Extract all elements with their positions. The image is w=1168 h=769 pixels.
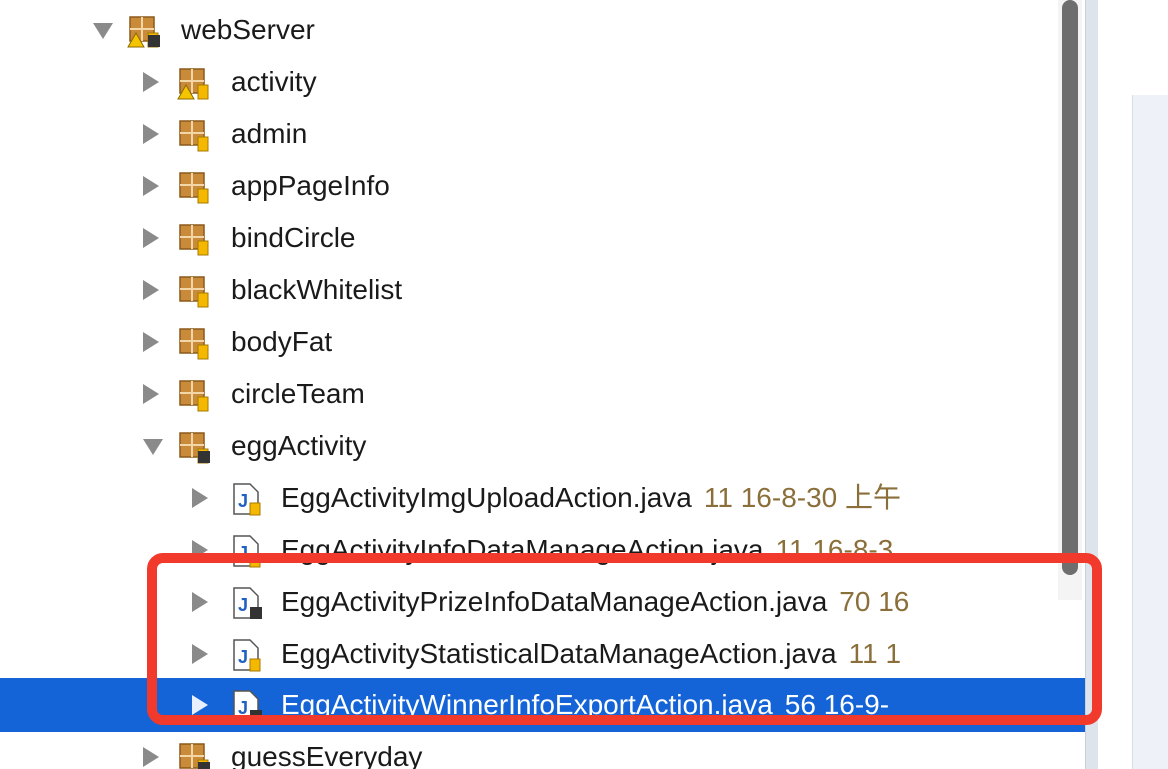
tree-item-label: bindCircle	[231, 222, 356, 253]
tree-item-package[interactable]: guessEveryday	[0, 730, 1085, 769]
package-icon	[179, 224, 209, 256]
tree-item-package[interactable]: bodyFat	[0, 315, 1085, 369]
tree-item-label: admin	[231, 118, 308, 149]
package-icon	[179, 380, 209, 412]
editor-pane	[1098, 0, 1168, 769]
tree-item-webserver[interactable]: webServer	[0, 3, 1085, 57]
tree-item-java-file[interactable]: EggActivityImgUploadAction.java 11 16-8-3…	[0, 471, 1085, 525]
tree-item-package[interactable]: bindCircle	[0, 211, 1085, 265]
chevron-down-icon[interactable]	[143, 439, 163, 455]
tree-item-label: eggActivity	[231, 430, 367, 461]
tree-item-package[interactable]: admin	[0, 107, 1085, 161]
package-icon	[179, 172, 209, 204]
tree-item-package[interactable]: appPageInfo	[0, 159, 1085, 213]
project-warning-icon	[127, 16, 160, 48]
tree-item-label: bodyFat	[231, 326, 333, 357]
tree-item-label: blackWhitelist	[231, 274, 403, 305]
chevron-right-icon[interactable]	[143, 280, 159, 300]
tree-item-package[interactable]: blackWhitelist	[0, 263, 1085, 317]
package-icon	[179, 120, 209, 152]
tree-item-package[interactable]: circleTeam	[0, 367, 1085, 421]
java-file-icon	[233, 483, 261, 516]
tree-item-label: activity	[231, 66, 317, 97]
chevron-right-icon[interactable]	[143, 747, 159, 767]
chevron-right-icon[interactable]	[143, 228, 159, 248]
chevron-right-icon[interactable]	[143, 384, 159, 404]
package-icon	[179, 743, 210, 769]
tree-item-label: guessEveryday	[231, 741, 423, 769]
tree-item-package-expanded[interactable]: eggActivity	[0, 419, 1085, 473]
chevron-right-icon[interactable]	[143, 72, 159, 92]
chevron-right-icon[interactable]	[192, 488, 208, 508]
tree-item-label: webServer	[181, 14, 315, 45]
package-icon	[179, 432, 210, 464]
package-icon	[179, 276, 209, 308]
file-meta: 11 16-8-30 上午	[703, 482, 902, 513]
editor-area	[1132, 95, 1168, 769]
chevron-down-icon[interactable]	[93, 23, 113, 39]
file-name: EggActivityImgUploadAction.java	[281, 482, 692, 513]
chevron-right-icon[interactable]	[143, 124, 159, 144]
annotation-highlight-box	[147, 553, 1102, 725]
scrollbar-thumb[interactable]	[1062, 0, 1078, 575]
package-icon	[179, 328, 209, 360]
chevron-right-icon[interactable]	[143, 332, 159, 352]
tree-item-label: circleTeam	[231, 378, 365, 409]
tree-item-package[interactable]: activity	[0, 55, 1085, 109]
package-warning-icon	[177, 68, 209, 100]
chevron-right-icon[interactable]	[143, 176, 159, 196]
tree-item-label: appPageInfo	[231, 170, 390, 201]
